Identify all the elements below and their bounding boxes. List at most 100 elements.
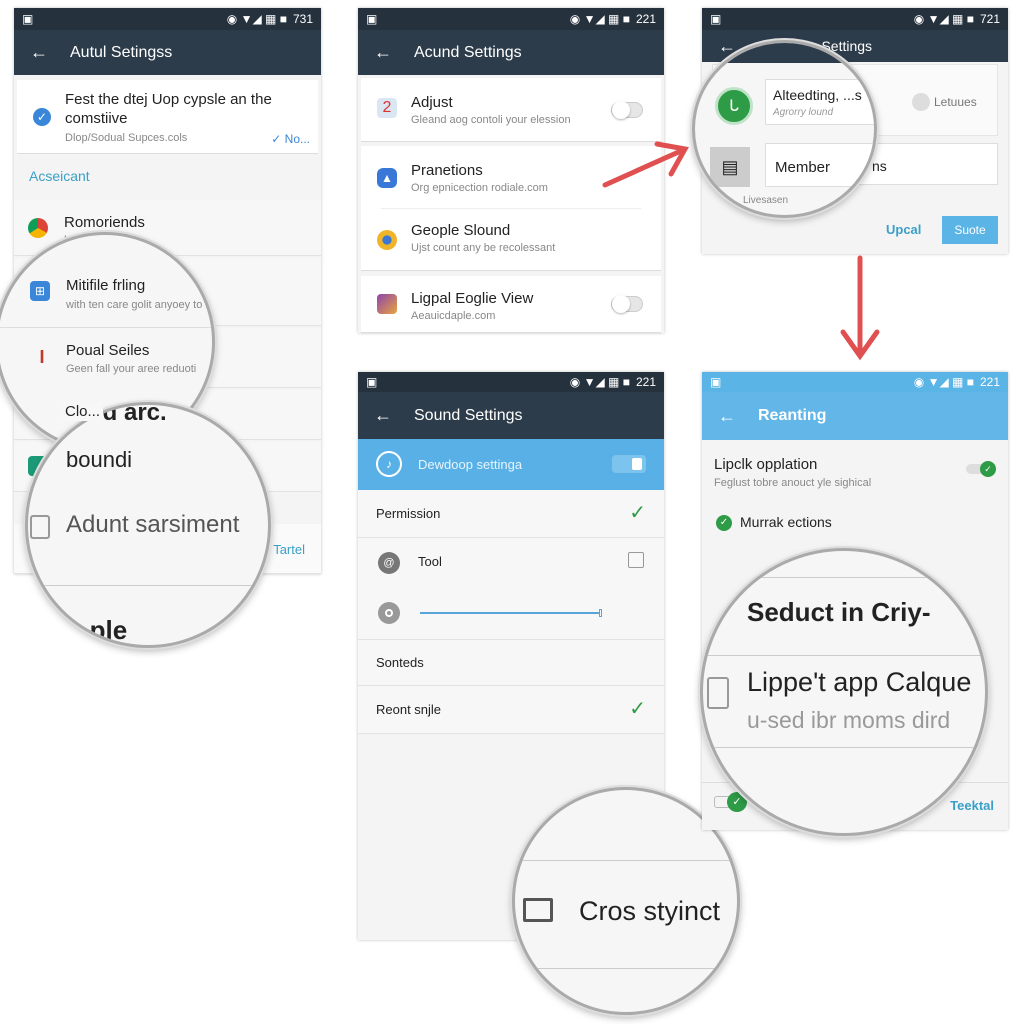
wifi-icon: ◉ ▼◢ ▦ ■ xyxy=(913,12,974,26)
wifi-icon: ◉ ▼◢ ▦ ■ xyxy=(569,375,630,389)
status-bar: ▣ ◉ ▼◢ ▦ ■ 221 xyxy=(702,372,1008,392)
status-bar: ▣ ◉ ▼◢ ▦ ■ 221 xyxy=(358,372,664,392)
info-card[interactable]: ✓ Fest the dtej Uop cypsle an the comsti… xyxy=(17,80,318,154)
item-subtitle: Org epnicection rodiale.com xyxy=(411,182,548,194)
status-bar: ▣ ◉ ▼◢ ▦ ■ 721 xyxy=(702,8,1008,30)
shield-icon: ▲ xyxy=(377,168,397,188)
app-bar: ← Autul Setingss xyxy=(14,30,321,75)
card-subtitle: Dlop/Sodual Supces.cols xyxy=(65,132,188,144)
volume-icon xyxy=(378,602,400,624)
back-arrow-icon[interactable]: ← xyxy=(718,406,736,427)
row-label: Reont snjle xyxy=(376,702,442,717)
field-title: Alteedting, ...s xyxy=(773,87,862,103)
item-title: Mitifile frling xyxy=(66,277,146,294)
magnifier-circle: ᒐ Alteedting, ...s Agrorry lound ▤ Membe… xyxy=(692,40,877,218)
list-item[interactable]: Ligpal Eoglie View Aeauicdaple.com xyxy=(361,276,661,333)
magnified-text: boundi xyxy=(66,447,133,472)
option-subtitle: Feglust tobre anouct yle sighical xyxy=(714,477,872,489)
check-item-label: Murrak ections xyxy=(740,514,832,530)
notification-icon: ▣ xyxy=(366,375,378,389)
page-title: Acund Settings xyxy=(414,43,522,61)
wifi-icon: ◉ ▼◢ ▦ ■ xyxy=(226,12,287,26)
item-subtitle: Aeauicdaple.com xyxy=(411,310,496,322)
tartel-link[interactable]: Tartel xyxy=(273,542,305,557)
chrome-icon xyxy=(377,230,397,250)
check-circle-icon: ✓ xyxy=(716,515,732,531)
tool-icon: @ xyxy=(378,552,400,574)
tool-icon: I xyxy=(39,346,45,367)
status-bar: ▣ ◉ ▼◢ ▦ ■ 221 xyxy=(358,8,664,30)
page-title: Sound Settings xyxy=(414,406,523,424)
row-label: Sonteds xyxy=(376,655,424,670)
tool-row[interactable]: @ Tool xyxy=(358,538,664,640)
item-subtitle: Gleand aog contoli your elession xyxy=(411,114,571,126)
option-label: Letuues xyxy=(934,95,977,109)
status-bar: ▣ ◉ ▼◢ ▦ ■ 731 xyxy=(14,8,321,30)
checkbox[interactable] xyxy=(707,677,729,709)
section-header: Acseicant xyxy=(29,168,90,184)
magnified-heading: Seduct in Criy- xyxy=(747,597,931,627)
card-title: Fest the dtej Uop cypsle an the comstiiv… xyxy=(65,91,272,127)
adjust-toggle[interactable] xyxy=(611,101,643,119)
option-toggle[interactable]: ✓ xyxy=(966,461,996,477)
card-action[interactable]: ✓ No... xyxy=(271,132,310,146)
app-bar: ← Acund Settings xyxy=(358,30,664,75)
wifi-icon: ◉ ▼◢ ▦ ■ xyxy=(913,375,974,389)
reont-row[interactable]: Reont snjle ✓ xyxy=(358,686,664,734)
magnifier-circle: ...ud arc. boundi Adunt sarsiment ...ple xyxy=(25,402,271,648)
view-toggle[interactable] xyxy=(611,295,643,313)
wifi-icon: ◉ ▼◢ ▦ ■ xyxy=(569,12,630,26)
field-label: Livesasen xyxy=(743,195,789,206)
magnifier-circle: Seduct in Criy- Lippe't app Calque u-sed… xyxy=(700,548,988,836)
option-radio[interactable] xyxy=(912,93,930,111)
number-2-icon: 2 xyxy=(377,98,397,118)
item-title: Geople Slound xyxy=(411,222,511,239)
back-arrow-icon[interactable]: ← xyxy=(374,42,392,63)
cancel-button[interactable]: Upcal xyxy=(886,222,921,237)
teektal-link[interactable]: Teektal xyxy=(950,798,994,813)
back-arrow-icon[interactable]: ← xyxy=(30,42,48,63)
item-title: Pranetions xyxy=(411,162,483,179)
app-logo-icon: ᒐ xyxy=(715,87,753,125)
check-circle-icon: ✓ xyxy=(33,108,51,126)
magnified-text: ...ple xyxy=(68,615,128,645)
field-subtitle: Agrorry lound xyxy=(773,107,834,118)
magnified-subtitle: u-sed ibr moms dird xyxy=(747,707,951,733)
checkbox[interactable] xyxy=(30,515,50,539)
item-subtitle: Geen fall your aree reduoti xyxy=(66,363,197,375)
page-title: Reanting xyxy=(758,407,827,424)
save-button[interactable]: Suote xyxy=(942,216,998,244)
volume-slider[interactable] xyxy=(420,609,602,617)
magnified-text: Adunt sarsiment xyxy=(66,511,240,538)
permission-row[interactable]: Permission ✓ xyxy=(358,490,664,538)
back-arrow-icon[interactable]: ← xyxy=(374,405,392,426)
notification-icon: ▣ xyxy=(710,12,722,26)
row-label: Tool xyxy=(418,554,442,569)
field-suffix: ns xyxy=(872,158,887,174)
notification-icon: ▣ xyxy=(710,375,722,389)
item-subtitle: with ten care golit anyoey to renderlt c… xyxy=(66,299,215,311)
photo-icon xyxy=(377,294,397,314)
chrome-icon xyxy=(28,218,48,238)
banner-row[interactable]: ♪ Dewdoop settinga xyxy=(358,439,664,490)
item-title: Adjust xyxy=(411,94,453,111)
item-title: Poual Seiles xyxy=(66,342,150,359)
option-title: Lipclk opplation xyxy=(714,456,818,473)
clock: 731 xyxy=(292,12,313,26)
banner-toggle[interactable] xyxy=(612,455,646,473)
sonteds-row[interactable]: Sonteds xyxy=(358,640,664,686)
item-title: Ligpal Eoglie View xyxy=(411,290,534,307)
notification-icon: ▣ xyxy=(366,12,378,26)
bottom-toggle[interactable]: ✓ xyxy=(714,792,747,812)
page-title: Autul Setingss xyxy=(70,43,173,61)
item-subtitle: Ujst count any be recolessant xyxy=(411,242,556,254)
row-label: Permission xyxy=(376,506,441,521)
item-title: Romoriends xyxy=(64,214,145,231)
app-bar: ← Reanting xyxy=(702,392,1008,440)
check-icon: ✓ xyxy=(629,502,646,524)
sound-icon: ♪ xyxy=(376,451,402,477)
red-arrow-right-icon xyxy=(602,141,689,188)
tool-checkbox[interactable] xyxy=(628,552,644,568)
printer-icon: ▤ xyxy=(710,147,750,187)
cast-icon xyxy=(523,898,553,922)
